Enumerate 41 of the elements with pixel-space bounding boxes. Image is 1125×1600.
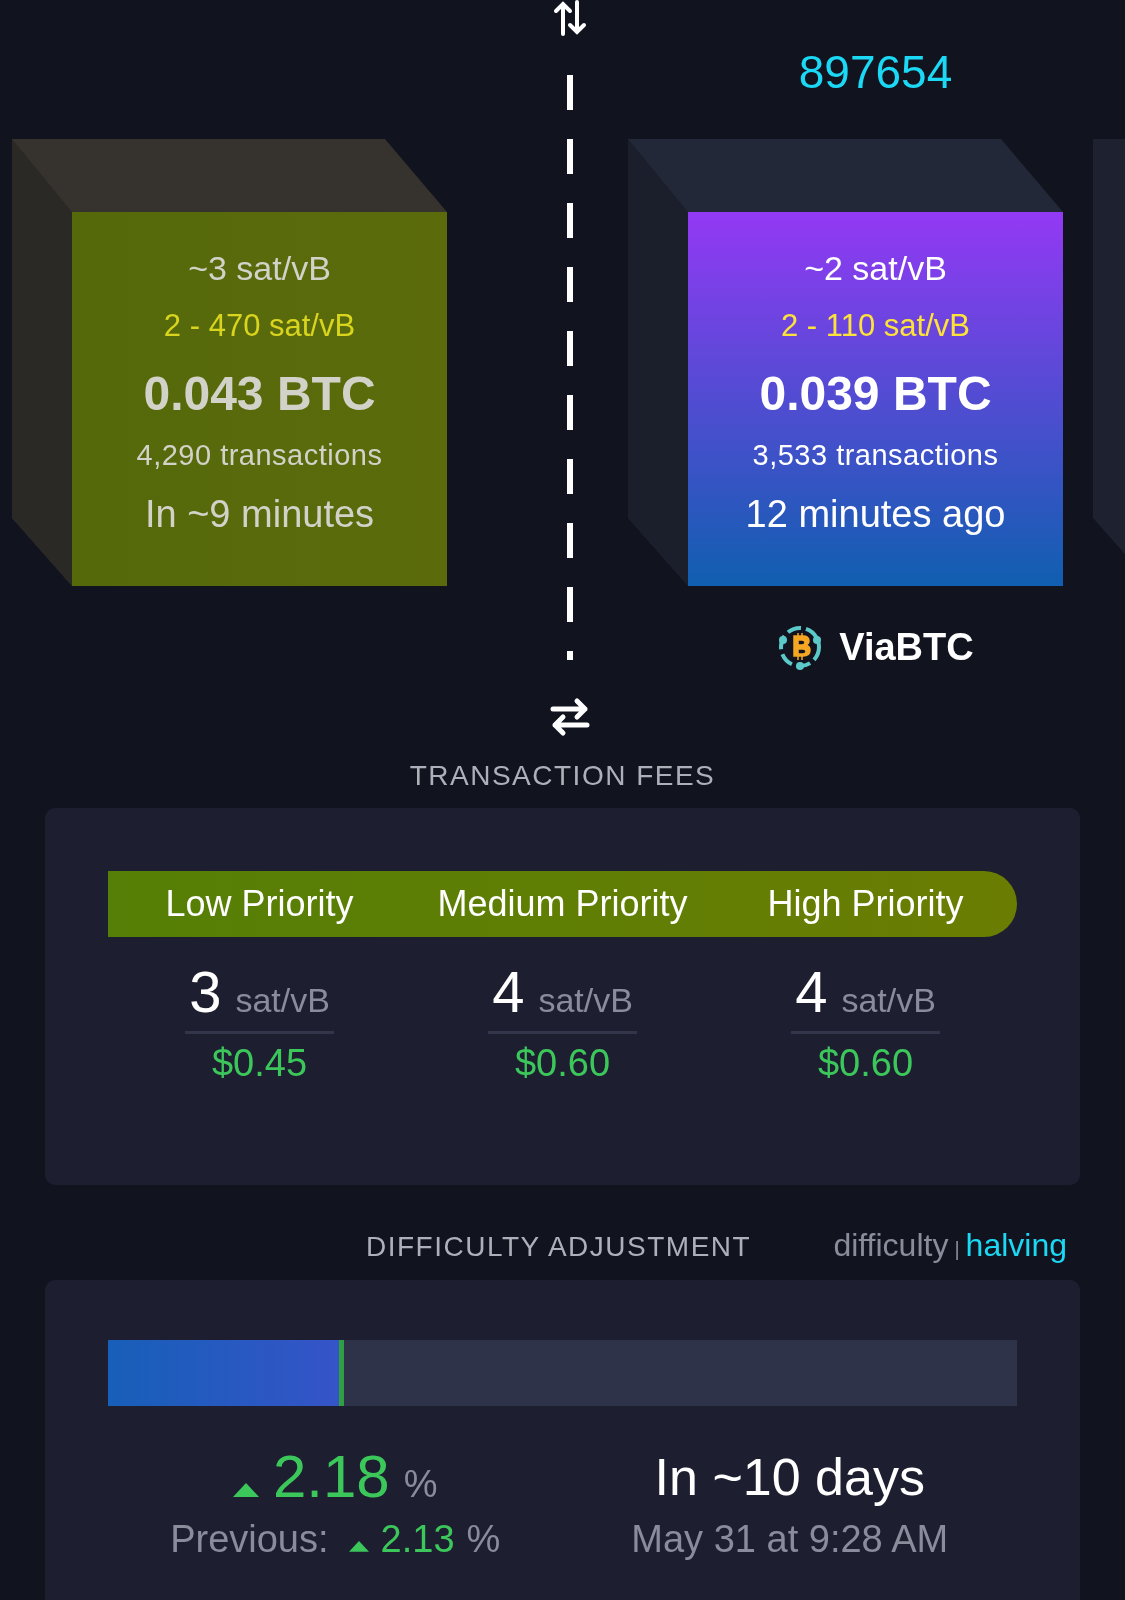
previous-label: Previous: xyxy=(170,1518,329,1561)
fee-range: 2 - 110 sat/vB xyxy=(781,307,970,345)
fee-rate: 4 xyxy=(795,958,828,1026)
block-total: 0.043 BTC xyxy=(143,366,376,422)
coin-icon xyxy=(777,624,824,670)
fee-rate: 3 xyxy=(189,958,222,1026)
swap-icon xyxy=(549,696,591,738)
section-title: DIFFICULTY ADJUSTMENT xyxy=(366,1231,752,1263)
fee-rate: 4 xyxy=(492,958,525,1026)
block-height[interactable]: 897654 xyxy=(798,46,953,98)
adjustment-eta: In ~10 days xyxy=(654,1447,925,1508)
view-tab[interactable]: difficulty xyxy=(833,1227,949,1264)
transaction-count: 3,533 transactions xyxy=(752,438,999,472)
tab-separator: | xyxy=(954,1238,960,1261)
block-time: 12 minutes ago xyxy=(745,492,1006,536)
pool-name: ViaBTC xyxy=(839,625,974,669)
difficulty-change: 2.18 xyxy=(272,1442,390,1512)
block-cube[interactable]: ~3 sat/vB 2 - 470 sat/vB 0.043 BTC 4,290 transactions In ~9 minutes xyxy=(12,139,447,586)
fee-usd: $0.45 xyxy=(211,1042,308,1085)
fee-unit: sat/vB xyxy=(538,981,633,1020)
block-time: In ~9 minutes xyxy=(144,492,375,536)
fee-usd: $0.60 xyxy=(514,1042,611,1085)
median-fee: ~2 sat/vB xyxy=(804,248,947,288)
transaction-count: 4,290 transactions xyxy=(136,438,383,472)
fee-range: 2 - 470 sat/vB xyxy=(163,307,356,345)
fee-unit: sat/vB xyxy=(235,981,330,1020)
fee-usd: $0.60 xyxy=(817,1042,914,1085)
adjustment-date: May 31 at 9:28 AM xyxy=(631,1518,949,1561)
percent-unit: % xyxy=(403,1463,438,1506)
fee-unit: sat/vB xyxy=(841,981,936,1020)
previous-change: 2.13 xyxy=(380,1518,455,1561)
priority-label: Medium Priority xyxy=(436,882,689,926)
percent-unit: % xyxy=(466,1518,501,1561)
view-tab[interactable]: halving xyxy=(965,1227,1067,1264)
median-fee: ~3 sat/vB xyxy=(188,248,331,288)
section-title: TRANSACTION FEES xyxy=(408,760,717,792)
block-cube[interactable]: ~2 sat/vB 2 - 110 sat/vB 0.039 BTC 3,533 transactions 12 minutes ago xyxy=(628,139,1063,586)
sort-icon xyxy=(553,0,587,36)
priority-label: High Priority xyxy=(766,882,965,926)
priority-label: Low Priority xyxy=(164,882,355,926)
block-total: 0.039 BTC xyxy=(759,366,992,422)
